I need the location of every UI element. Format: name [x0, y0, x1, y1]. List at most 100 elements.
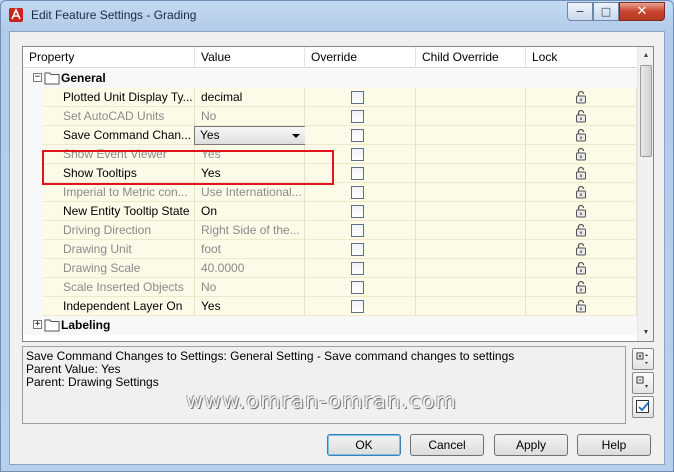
title-bar[interactable]: Edit Feature Settings - Grading − □ ✕: [1, 1, 673, 29]
expand-all-button[interactable]: [632, 348, 654, 370]
lock-cell: [526, 164, 637, 183]
column-header-value[interactable]: Value: [195, 47, 305, 68]
override-checkbox[interactable]: [351, 148, 364, 161]
lock-icon[interactable]: [575, 261, 587, 275]
dialog-client-area: Property Value Override Child Override L…: [9, 31, 665, 465]
collapse-all-button[interactable]: [632, 372, 654, 394]
lock-icon[interactable]: [575, 242, 587, 256]
property-row[interactable]: Plotted Unit Display Ty... decimal: [23, 88, 637, 107]
vertical-scrollbar[interactable]: ▲ ▼: [637, 47, 653, 341]
parent-text: Parent: Drawing Settings: [26, 375, 159, 389]
row-gutter: [23, 183, 43, 202]
property-value[interactable]: Yes: [195, 297, 305, 316]
lock-icon[interactable]: [575, 128, 587, 142]
property-value: 40.0000: [195, 259, 305, 278]
lock-icon[interactable]: [575, 147, 587, 161]
property-value: Right Side of the...: [195, 221, 305, 240]
lock-icon[interactable]: [575, 280, 587, 294]
folder-icon: [44, 72, 60, 85]
override-checkbox[interactable]: [351, 224, 364, 237]
property-name: Independent Layer On: [43, 297, 195, 316]
expand-all-icon: [636, 352, 648, 364]
column-header-property[interactable]: Property: [23, 47, 195, 68]
child-override-cell: [416, 183, 526, 202]
maximize-button[interactable]: □: [593, 2, 619, 21]
collapse-all-icon: [636, 376, 648, 388]
property-name: Save Command Chan...: [43, 126, 195, 145]
override-cell: [305, 240, 416, 259]
settings-edit-button[interactable]: [632, 396, 654, 418]
lock-icon[interactable]: [575, 166, 587, 180]
property-value[interactable]: On: [195, 202, 305, 221]
row-gutter: [23, 107, 43, 126]
lock-icon[interactable]: [575, 90, 587, 104]
collapse-icon[interactable]: −: [33, 73, 42, 82]
minimize-button[interactable]: −: [567, 2, 593, 21]
override-cell: [305, 164, 416, 183]
child-override-cell: [416, 240, 526, 259]
property-row[interactable]: Drawing Unit foot: [23, 240, 637, 259]
category-label: General: [61, 71, 106, 85]
column-header-lock[interactable]: Lock: [526, 47, 637, 68]
override-cell: [305, 202, 416, 221]
property-value[interactable]: decimal: [195, 88, 305, 107]
override-checkbox[interactable]: [351, 262, 364, 275]
property-row[interactable]: Show Tooltips Yes: [23, 164, 637, 183]
cancel-button[interactable]: Cancel: [410, 434, 484, 456]
column-header-override[interactable]: Override: [305, 47, 416, 68]
property-row[interactable]: Independent Layer On Yes: [23, 297, 637, 316]
autocad-app-icon: [9, 8, 23, 22]
row-gutter: [23, 126, 43, 145]
scroll-down-icon[interactable]: ▼: [639, 324, 653, 340]
override-checkbox[interactable]: [351, 281, 364, 294]
scroll-up-icon[interactable]: ▲: [639, 47, 653, 63]
property-row[interactable]: Driving Direction Right Side of the...: [23, 221, 637, 240]
row-gutter: [23, 145, 43, 164]
override-checkbox[interactable]: [351, 91, 364, 104]
property-name: Imperial to Metric con...: [43, 183, 195, 202]
category-labeling[interactable]: + Labeling: [23, 316, 637, 335]
property-row[interactable]: Show Event Viewer Yes: [23, 145, 637, 164]
lock-icon[interactable]: [575, 299, 587, 313]
value-dropdown[interactable]: Yes: [194, 126, 307, 145]
lock-cell: [526, 297, 637, 316]
property-value: No: [195, 107, 305, 126]
apply-button[interactable]: Apply: [494, 434, 568, 456]
property-row[interactable]: Set AutoCAD Units No: [23, 107, 637, 126]
lock-icon[interactable]: [575, 204, 587, 218]
child-override-cell: [416, 107, 526, 126]
child-override-cell: [416, 259, 526, 278]
override-checkbox[interactable]: [351, 243, 364, 256]
override-checkbox[interactable]: [351, 205, 364, 218]
override-checkbox[interactable]: [351, 129, 364, 142]
category-label: Labeling: [61, 318, 111, 332]
override-checkbox[interactable]: [351, 186, 364, 199]
property-row[interactable]: Save Command Chan... Yes: [23, 126, 637, 145]
grid-header: Property Value Override Child Override L…: [23, 47, 637, 68]
close-button[interactable]: ✕: [619, 2, 665, 21]
dropdown-arrow-icon[interactable]: [292, 134, 300, 138]
property-row[interactable]: Scale Inserted Objects No: [23, 278, 637, 297]
column-header-child-override[interactable]: Child Override: [416, 47, 526, 68]
lock-icon[interactable]: [575, 223, 587, 237]
help-button[interactable]: Help: [577, 434, 651, 456]
property-row[interactable]: New Entity Tooltip State On: [23, 202, 637, 221]
expand-icon[interactable]: +: [33, 320, 42, 329]
category-general[interactable]: − General: [23, 69, 637, 88]
override-cell: [305, 88, 416, 107]
lock-cell: [526, 202, 637, 221]
override-checkbox[interactable]: [351, 300, 364, 313]
property-row[interactable]: Imperial to Metric con... Use Internation…: [23, 183, 637, 202]
ok-button[interactable]: OK: [327, 434, 401, 456]
row-gutter: [23, 164, 43, 183]
property-value: No: [195, 278, 305, 297]
lock-icon[interactable]: [575, 109, 587, 123]
window-title: Edit Feature Settings - Grading: [31, 8, 197, 22]
property-row[interactable]: Drawing Scale 40.0000: [23, 259, 637, 278]
override-cell: [305, 183, 416, 202]
override-checkbox[interactable]: [351, 167, 364, 180]
lock-icon[interactable]: [575, 185, 587, 199]
override-checkbox[interactable]: [351, 110, 364, 123]
property-value[interactable]: Yes: [195, 164, 305, 183]
scrollbar-thumb[interactable]: [640, 65, 652, 157]
